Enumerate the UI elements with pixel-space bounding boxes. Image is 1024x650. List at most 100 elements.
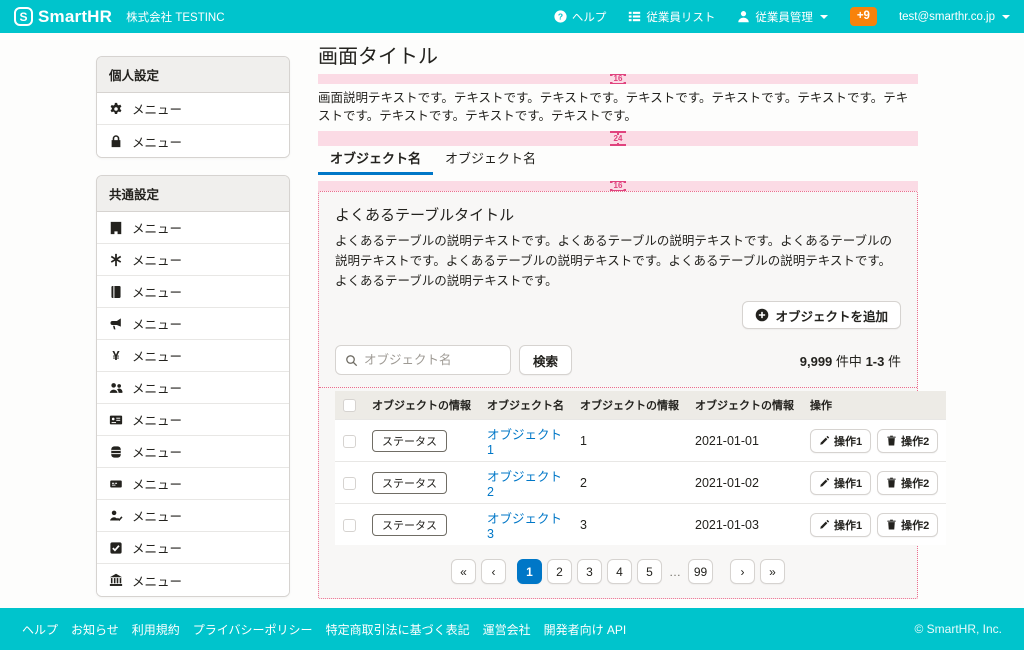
select-all-checkbox[interactable] (343, 399, 356, 412)
id-card-icon (109, 413, 123, 427)
employee-admin-label: 従業員管理 (755, 9, 813, 25)
pagination: « ‹ 1 2 3 4 5 … 99 › » (335, 559, 901, 586)
svg-text:?: ? (558, 12, 563, 22)
sidebar-item-bank-menu[interactable]: メニュー (97, 564, 289, 596)
object-date-cell: 2021-01-03 (687, 504, 802, 546)
delete-action-button[interactable]: 操作2 (877, 513, 938, 537)
search-box (335, 345, 511, 375)
footer-link-help[interactable]: ヘルプ (22, 621, 58, 638)
sidebar-item-gear-menu[interactable]: メニュー (97, 93, 289, 125)
sidebar-item-building-menu[interactable]: メニュー (97, 212, 289, 244)
delete-action-button[interactable]: 操作2 (877, 471, 938, 495)
building-icon (109, 221, 123, 235)
edit-action-button[interactable]: 操作1 (810, 471, 871, 495)
sidebar-section-personal: 個人設定 メニュー メニュー (96, 56, 290, 158)
footer-link-developer-api[interactable]: 開発者向け API (544, 621, 627, 638)
pagination-page-99[interactable]: 99 (688, 559, 713, 584)
count-unit-middle: 件中 (836, 354, 862, 369)
table-wrapper: オブジェクトの情報 オブジェクト名 オブジェクトの情報 オブジェクトの情報 操作… (319, 387, 917, 586)
footer-link-privacy[interactable]: プライバシーポリシー (193, 621, 313, 638)
help-link[interactable]: ? ヘルプ (554, 9, 607, 25)
brand-name: SmartHR (38, 7, 112, 27)
pencil-icon (819, 519, 830, 530)
pagination-page-3[interactable]: 3 (577, 559, 602, 584)
sidebar-item-checkbox-menu[interactable]: メニュー (97, 532, 289, 564)
database-icon (109, 445, 123, 459)
employee-list-link[interactable]: 従業員リスト (628, 9, 715, 25)
main-content: 画面タイトル 16 画面説明テキストです。テキストです。テキストです。テキストで… (318, 46, 918, 599)
delete-action-button[interactable]: 操作2 (877, 429, 938, 453)
table-section-description: よくあるテーブルの説明テキストです。よくあるテーブルの説明テキストです。よくある… (335, 231, 901, 291)
row-checkbox[interactable] (343, 519, 356, 532)
status-badge: ステータス (372, 430, 447, 452)
footer-link-news[interactable]: お知らせ (71, 621, 119, 638)
sidebar-item-person-check-menu[interactable]: メニュー (97, 500, 289, 532)
logo-letter: S (19, 11, 27, 23)
pagination-prev-button[interactable]: ‹ (481, 559, 506, 584)
trash-icon (886, 435, 897, 446)
spacing-value: 16 (613, 182, 624, 190)
pencil-icon (819, 477, 830, 488)
sidebar-item-id-card-menu[interactable]: メニュー (97, 404, 289, 436)
sidebar-item-book-menu[interactable]: メニュー (97, 276, 289, 308)
table-row: ステータス オブジェクト2 2 2021-01-02 操作1 操作2 (335, 462, 946, 504)
edit-action-button[interactable]: 操作1 (810, 429, 871, 453)
sidebar-item-label: メニュー (132, 538, 182, 557)
pagination-page-4[interactable]: 4 (607, 559, 632, 584)
pagination-next-button[interactable]: › (730, 559, 755, 584)
pagination-ellipsis: … (667, 565, 683, 579)
app-footer: ヘルプ お知らせ 利用規約 プライバシーポリシー 特定商取引法に基づく表記 運営… (0, 608, 1024, 650)
sidebar-item-users-menu[interactable]: メニュー (97, 372, 289, 404)
spacing-annotation-16b: 16 (318, 181, 918, 191)
object-date-cell: 2021-01-01 (687, 420, 802, 462)
sidebar-item-label: メニュー (132, 410, 182, 429)
footer-link-company[interactable]: 運営会社 (483, 621, 531, 638)
help-icon: ? (554, 10, 567, 23)
search-input[interactable] (364, 353, 501, 367)
table-section-title: よくあるテーブルタイトル (335, 204, 901, 225)
sidebar-item-database-menu[interactable]: メニュー (97, 436, 289, 468)
search-button[interactable]: 検索 (519, 345, 572, 375)
trash-icon (886, 519, 897, 530)
employee-admin-menu[interactable]: 従業員管理 (737, 9, 828, 25)
app-header: S SmartHR 株式会社 TESTINC ? ヘルプ 従業員リスト 従業員管… (0, 0, 1024, 33)
edit-action-button[interactable]: 操作1 (810, 513, 871, 537)
pagination-first-button[interactable]: « (451, 559, 476, 584)
pagination-page-1[interactable]: 1 (517, 559, 542, 584)
tab-object-name-1[interactable]: オブジェクト名 (318, 150, 433, 175)
pencil-icon (819, 435, 830, 446)
user-icon (737, 10, 750, 23)
chevron-down-icon (820, 15, 828, 19)
sidebar-item-label: メニュー (132, 132, 182, 151)
sidebar-item-yen-menu[interactable]: ¥ メニュー (97, 340, 289, 372)
sidebar-item-asterisk-menu[interactable]: メニュー (97, 244, 289, 276)
pagination-page-2[interactable]: 2 (547, 559, 572, 584)
footer-link-terms[interactable]: 利用規約 (132, 621, 180, 638)
table-row: ステータス オブジェクト3 3 2021-01-03 操作1 操作2 (335, 504, 946, 546)
object-link[interactable]: オブジェクト1 (487, 428, 562, 457)
object-link[interactable]: オブジェクト2 (487, 470, 562, 499)
footer-links: ヘルプ お知らせ 利用規約 プライバシーポリシー 特定商取引法に基づく表記 運営… (22, 621, 626, 638)
spacing-annotation-16: 16 (318, 74, 918, 84)
footer-link-commercial-law[interactable]: 特定商取引法に基づく表記 (326, 621, 470, 638)
company-name: 株式会社 TESTINC (126, 9, 224, 25)
account-menu[interactable]: test@smarthr.co.jp (899, 11, 1010, 23)
smarthr-logo[interactable]: S SmartHR (14, 7, 112, 27)
pagination-page-5[interactable]: 5 (637, 559, 662, 584)
sidebar: 個人設定 メニュー メニュー 共通設定 メニュー メニュー メニュー メニュー (96, 56, 290, 614)
pagination-last-button[interactable]: » (760, 559, 785, 584)
notification-badge[interactable]: +9 (850, 7, 877, 27)
row-checkbox[interactable] (343, 477, 356, 490)
tab-object-name-2[interactable]: オブジェクト名 (433, 150, 548, 175)
megaphone-icon (109, 317, 123, 331)
add-object-button[interactable]: オブジェクトを追加 (742, 301, 901, 329)
column-header: 操作 (802, 391, 946, 420)
action-label: 操作2 (901, 475, 929, 491)
object-link[interactable]: オブジェクト3 (487, 512, 562, 541)
row-checkbox[interactable] (343, 435, 356, 448)
bank-icon (109, 573, 123, 587)
gear-icon (109, 102, 123, 116)
sidebar-item-text-badge-menu[interactable]: メニュー (97, 468, 289, 500)
sidebar-item-megaphone-menu[interactable]: メニュー (97, 308, 289, 340)
sidebar-item-lock-menu[interactable]: メニュー (97, 125, 289, 157)
